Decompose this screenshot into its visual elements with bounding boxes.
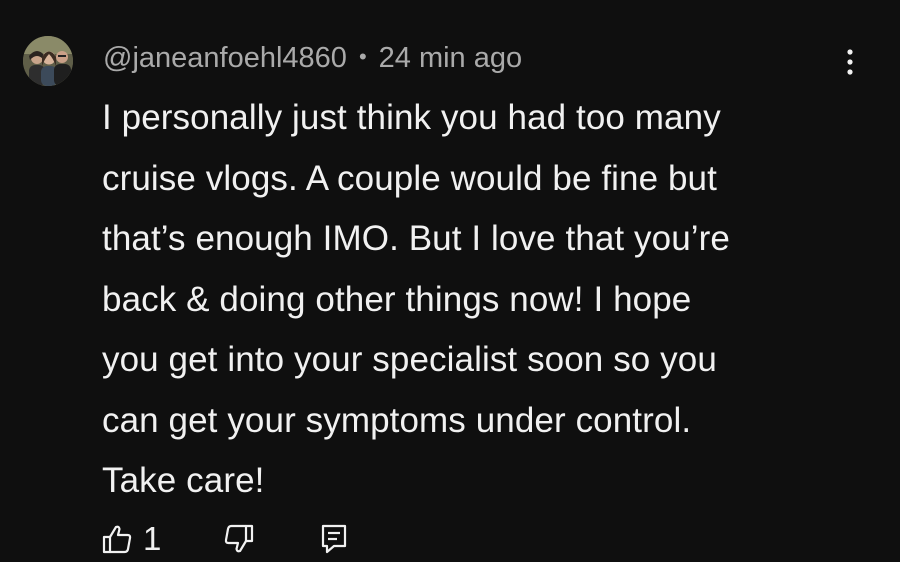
reply-button[interactable] xyxy=(319,523,349,555)
comment-text-line: you get into your specialist soon so you xyxy=(102,340,717,379)
comment-text-line: back & doing other things now! I hope xyxy=(102,279,692,319)
more-actions-button[interactable] xyxy=(830,44,870,80)
comment-text-line: that’s enough IMO. But I love that you’r… xyxy=(102,219,730,258)
avatar[interactable] xyxy=(23,36,73,86)
thumbs-up-icon xyxy=(102,525,132,554)
comment-actions: 1 xyxy=(101,516,349,562)
comment-text-line: can get your symptoms under control. xyxy=(102,400,692,440)
comment-text-line: Take care! xyxy=(102,461,265,500)
thumbs-down-icon xyxy=(225,524,254,553)
reply-comment-icon xyxy=(322,524,347,554)
comment-text-line: cruise vlogs. A couple would be fine but xyxy=(102,158,717,198)
comment-item: @janeanfoehl4860 • 24 min ago I personal… xyxy=(0,0,900,562)
comment-timestamp[interactable]: 24 min ago xyxy=(379,42,523,75)
header-separator: • xyxy=(358,44,367,69)
comment-text-line: I personally just think you had too many xyxy=(102,98,721,137)
like-count: 1 xyxy=(143,520,162,557)
dislike-button[interactable] xyxy=(223,523,255,555)
more-vertical-icon xyxy=(847,49,853,75)
avatar-photo xyxy=(23,36,73,86)
comment-header: @janeanfoehl4860 • 24 min ago xyxy=(103,38,522,78)
like-button[interactable]: 1 xyxy=(101,520,161,558)
comment-text: I personally just think you had too many… xyxy=(102,88,862,512)
author-name[interactable]: @janeanfoehl4860 xyxy=(103,42,347,75)
